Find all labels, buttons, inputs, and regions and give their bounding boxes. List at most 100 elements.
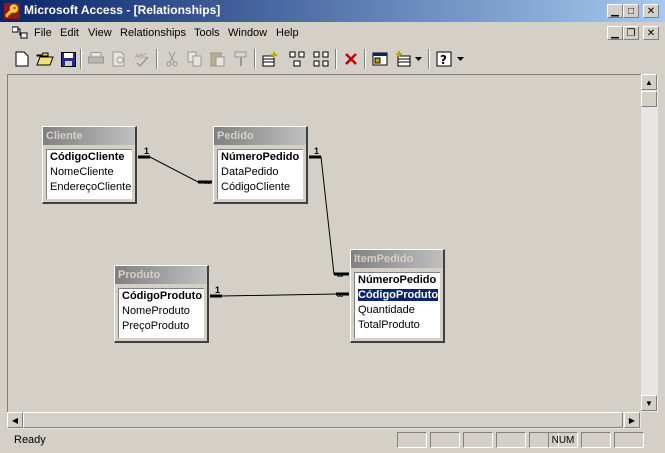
field-item[interactable]: CódigoCliente [218, 180, 303, 195]
cardinality-one-label: 1 [314, 146, 319, 156]
status-bar: Ready NUM [7, 430, 665, 451]
toolbar-separator [364, 49, 366, 69]
field-item[interactable]: EndereçoCliente [47, 180, 132, 195]
cardinality-one-label: 1 [215, 285, 220, 295]
relationships-canvas[interactable]: 1 ∞ 1 ∞ 1 ∞ Cliente CódigoCliente NomeCliente En… [7, 74, 642, 414]
new-document-icon[interactable] [12, 49, 32, 69]
window-title: Microsoft Access - [Relationships] [24, 3, 221, 17]
field-item[interactable]: CódigoCliente [47, 150, 132, 165]
table-window-cliente[interactable]: Cliente CódigoCliente NomeCliente EndereçoC… [42, 126, 137, 204]
field-item[interactable]: NúmeroPedido [355, 273, 440, 288]
status-panel [614, 432, 644, 448]
menu-bar: File Edit View Relationships Tools Windo… [0, 22, 665, 46]
print-preview-icon[interactable] [109, 49, 129, 69]
table-window-pedido[interactable]: Pedido NúmeroPedido DataPedido CódigoClient… [213, 126, 308, 204]
relationships-window-icon[interactable] [12, 26, 28, 40]
mdi-minimize-button[interactable]: ▁ [607, 26, 623, 40]
delete-icon[interactable] [341, 49, 361, 69]
field-item[interactable]: NúmeroPedido [218, 150, 303, 165]
spelling-icon[interactable]: ABC [132, 49, 152, 69]
field-list[interactable]: CódigoCliente NomeCliente EndereçoCliente [46, 149, 132, 199]
field-item[interactable]: CódigoProduto [119, 289, 204, 304]
show-all-icon[interactable] [311, 49, 331, 69]
field-label: NúmeroPedido [358, 274, 437, 286]
chevron-down-icon[interactable] [412, 49, 424, 69]
show-table-icon[interactable] [260, 49, 280, 69]
toolbar-separator [428, 49, 430, 69]
title-bar: 🔑 Microsoft Access - [Relationships] ▁ □… [0, 0, 665, 22]
show-direct-icon[interactable] [287, 49, 307, 69]
menu-file[interactable]: File [34, 27, 52, 39]
close-button[interactable]: ✕ [643, 4, 659, 18]
field-label: CódigoCliente [50, 151, 125, 163]
horizontal-scrollbar[interactable]: ◀ ▶ [7, 412, 641, 429]
menu-window[interactable]: Window [228, 27, 267, 39]
field-label: TotalProduto [358, 319, 420, 331]
menu-relationships[interactable]: Relationships [120, 27, 186, 39]
toolbar-separator [335, 49, 337, 69]
cardinality-many-label: ∞ [337, 290, 344, 300]
scroll-left-icon[interactable]: ◀ [7, 412, 23, 428]
field-list[interactable]: NúmeroPedido CódigoProduto Quantidade Total… [354, 272, 440, 338]
cut-icon[interactable] [162, 49, 182, 69]
table-title[interactable]: ItemPedido [351, 250, 443, 268]
scroll-right-icon[interactable]: ▶ [624, 412, 640, 428]
toolbar: ABC ? [0, 46, 665, 72]
menu-view[interactable]: View [88, 27, 112, 39]
open-folder-icon[interactable] [35, 49, 55, 69]
menu-tools[interactable]: Tools [194, 27, 220, 39]
field-item[interactable]: DataPedido [218, 165, 303, 180]
field-list[interactable]: NúmeroPedido DataPedido CódigoCliente [217, 149, 303, 199]
paste-icon[interactable] [208, 49, 228, 69]
toolbar-separator [254, 49, 256, 69]
field-label: NúmeroPedido [221, 151, 300, 163]
mdi-restore-button[interactable]: ❐ [623, 26, 639, 40]
scroll-down-icon[interactable]: ▼ [641, 395, 657, 411]
field-item[interactable]: NomeCliente [47, 165, 132, 180]
format-painter-icon[interactable] [231, 49, 251, 69]
status-panel [397, 432, 427, 448]
new-object-icon[interactable] [393, 49, 413, 69]
field-label: CódigoProduto [358, 289, 439, 301]
field-label: EndereçoCliente [50, 181, 132, 193]
access-key-icon[interactable]: 🔑 [4, 3, 20, 19]
minimize-button[interactable]: ▁ [607, 4, 623, 18]
field-item[interactable]: NomeProduto [119, 304, 204, 319]
save-icon[interactable] [58, 49, 78, 69]
field-label: DataPedido [221, 166, 279, 178]
table-window-produto[interactable]: Produto CódigoProduto NomeProduto PreçoProd… [114, 265, 209, 343]
table-window-itempedido[interactable]: ItemPedido NúmeroPedido CódigoProduto Quant… [350, 249, 445, 343]
field-item[interactable]: Quantidade [355, 303, 440, 318]
help-dropdown-chevron-icon[interactable] [454, 49, 466, 69]
vertical-scroll-thumb[interactable] [641, 91, 657, 107]
scroll-up-icon[interactable]: ▲ [641, 74, 657, 90]
print-icon[interactable] [86, 49, 106, 69]
mdi-close-button[interactable]: ✕ [643, 26, 659, 40]
field-label: NomeProduto [122, 305, 190, 317]
status-panel [581, 432, 611, 448]
num-lock-indicator: NUM [548, 432, 578, 448]
field-item[interactable]: CódigoProduto [355, 288, 440, 303]
cardinality-many-label: ∞ [337, 270, 344, 280]
table-title[interactable]: Cliente [43, 127, 135, 145]
status-text: Ready [14, 434, 46, 446]
menu-help[interactable]: Help [276, 27, 299, 39]
toolbar-separator [80, 49, 82, 69]
size-grip [641, 412, 658, 429]
relationship-line [138, 156, 212, 183]
help-icon[interactable]: ? [434, 49, 454, 69]
vertical-scrollbar[interactable]: ▲ ▼ [641, 74, 658, 412]
status-panel [463, 432, 493, 448]
copy-icon[interactable] [185, 49, 205, 69]
menu-edit[interactable]: Edit [60, 27, 79, 39]
toolbar-separator [156, 49, 158, 69]
field-item[interactable]: PreçoProduto [119, 319, 204, 334]
field-item[interactable]: TotalProduto [355, 318, 440, 333]
table-title[interactable]: Produto [115, 266, 207, 284]
maximize-button[interactable]: □ [623, 4, 639, 18]
status-panel [430, 432, 460, 448]
database-window-icon[interactable] [370, 49, 390, 69]
horizontal-scroll-thumb[interactable] [23, 412, 623, 428]
field-list[interactable]: CódigoProduto NomeProduto PreçoProduto [118, 288, 204, 338]
table-title[interactable]: Pedido [214, 127, 306, 145]
